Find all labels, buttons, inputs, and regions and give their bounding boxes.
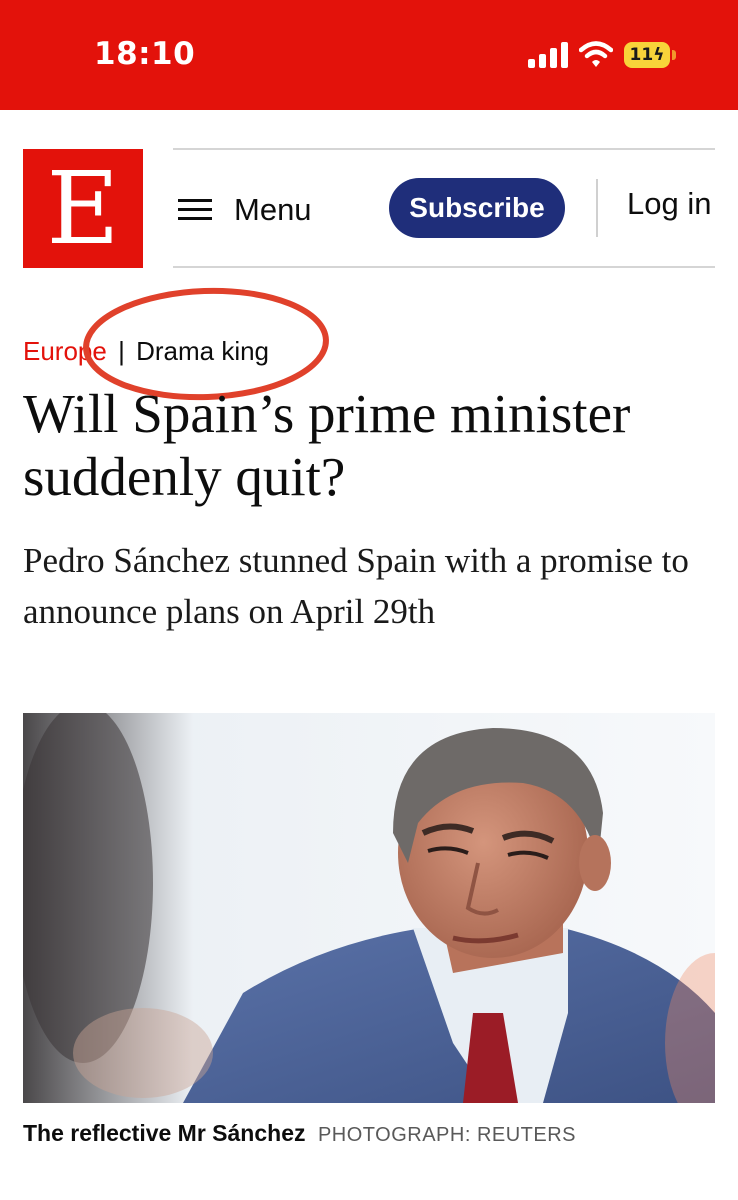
battery-level: 11	[629, 45, 654, 65]
article-headline: Will Spain’s prime minister suddenly qui…	[23, 383, 631, 507]
menu-button[interactable]: Menu	[178, 188, 312, 232]
status-bar: 18:10 11ϟ	[0, 0, 738, 110]
menu-label: Menu	[234, 192, 312, 227]
charging-bolt-icon: ϟ	[653, 45, 665, 65]
photo-credit: PHOTOGRAPH: REUTERS	[317, 1124, 577, 1146]
article-standfirst: Pedro Sánchez stunned Spain with a promi…	[23, 541, 689, 631]
caption-text: The reflective Mr Sánchez	[23, 1120, 306, 1146]
nav-divider-vertical	[596, 179, 598, 237]
hamburger-icon	[178, 199, 212, 221]
subscribe-button[interactable]: Subscribe	[389, 178, 565, 238]
photo-caption: The reflective Mr Sánchez PHOTOGRAPH: RE…	[23, 1120, 576, 1147]
nav-divider-bottom	[173, 266, 715, 268]
login-link[interactable]: Log in	[627, 186, 711, 222]
signal-bars-icon	[528, 42, 568, 68]
battery-cap	[672, 50, 676, 60]
status-time: 18:10	[94, 36, 196, 72]
nav-divider-top	[173, 148, 715, 150]
wifi-icon	[579, 41, 613, 67]
economist-logo[interactable]: E	[23, 149, 143, 268]
article-photo	[23, 713, 715, 1103]
battery-charging-icon: 11ϟ	[624, 42, 670, 68]
